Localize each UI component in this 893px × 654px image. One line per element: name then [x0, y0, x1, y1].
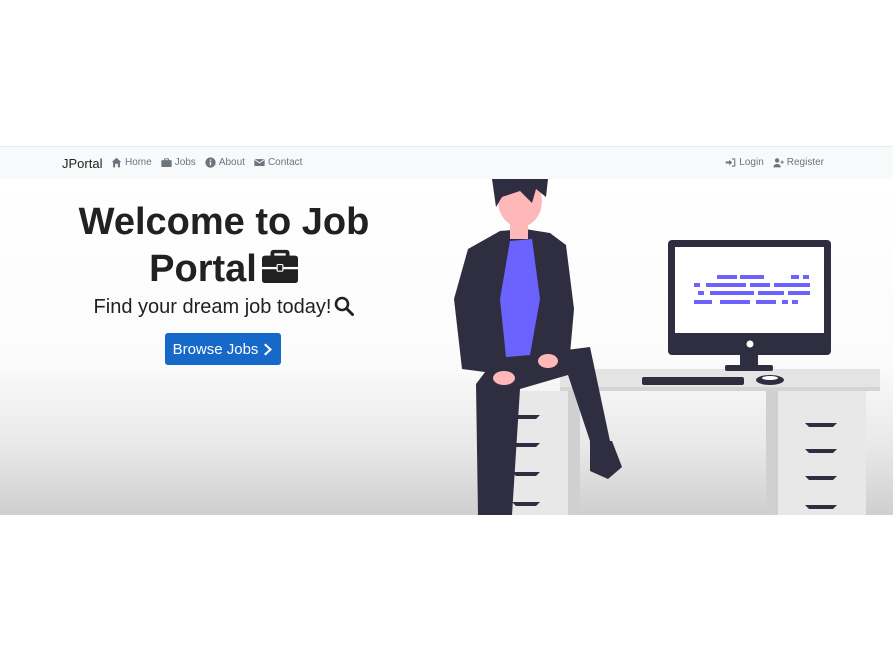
chevron-right-icon: [264, 343, 273, 355]
nav-link-login[interactable]: Login: [725, 157, 764, 168]
browse-jobs-label: Browse Jobs: [172, 340, 259, 358]
nav-link-label: Contact: [267, 157, 303, 168]
nav-right-links: Login Register: [725, 157, 824, 168]
nav-link-contact[interactable]: Contact: [254, 157, 302, 168]
nav-link-label: Login: [739, 157, 764, 168]
nav-link-about[interactable]: About: [205, 157, 245, 168]
home-icon: [111, 157, 122, 168]
nav-left-links: Home Jobs About Contact: [111, 157, 302, 168]
nav-link-home[interactable]: Home: [111, 157, 152, 168]
sign-in-icon: [725, 158, 736, 167]
nav-link-label: Jobs: [174, 157, 196, 168]
hero-title: Welcome to Job Portal: [40, 199, 408, 293]
nav-link-label: Home: [125, 157, 152, 168]
briefcase-icon: [161, 158, 172, 167]
navbar: JPortal Home Jobs About Contact Login Re…: [0, 146, 893, 179]
briefcase-icon: [261, 249, 298, 284]
nav-link-label: About: [218, 157, 245, 168]
hero-title-line1: Welcome to Job: [78, 201, 370, 243]
hero-subtitle-text: Find your dream job today!: [93, 296, 332, 318]
envelope-icon: [254, 159, 265, 166]
browse-jobs-button[interactable]: Browse Jobs: [165, 333, 281, 365]
hero-subtitle: Find your dream job today!: [40, 296, 408, 319]
brand-logo[interactable]: JPortal: [62, 156, 102, 171]
nav-link-register[interactable]: Register: [773, 157, 824, 168]
info-circle-icon: [205, 157, 216, 168]
nav-link-label: Register: [786, 157, 824, 168]
person-at-desk-illustration: [454, 179, 880, 515]
nav-link-jobs[interactable]: Jobs: [161, 157, 196, 168]
search-icon: [335, 296, 355, 316]
user-plus-icon: [773, 158, 784, 168]
hero-section: Welcome to Job Portal Find your dream jo…: [0, 179, 893, 515]
hero-title-line2: Portal: [149, 248, 257, 290]
